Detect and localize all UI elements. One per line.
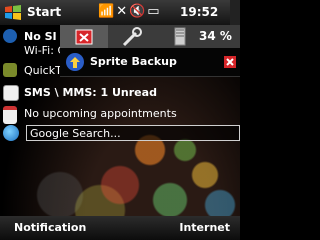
signal-icon: 📶 <box>98 4 117 19</box>
start-label[interactable]: Start <box>27 5 61 19</box>
wireless-icon <box>3 29 17 43</box>
notification-item[interactable]: Sprite Backup <box>60 48 240 77</box>
calendar-label: No upcoming appointments <box>24 107 177 120</box>
no-connection-icon: ✕ <box>116 4 130 19</box>
messaging-label: SMS \ MMS: 1 Unread <box>24 86 157 99</box>
quicktext-label: QuickT <box>24 64 62 77</box>
quicktext-icon <box>3 63 17 77</box>
panel-tabs: 34 % <box>60 25 240 48</box>
calendar-icon <box>3 106 17 124</box>
globe-icon[interactable] <box>3 125 19 141</box>
sprite-backup-icon <box>66 53 84 71</box>
windows-logo-icon[interactable] <box>4 4 22 22</box>
list-item-messaging[interactable]: SMS \ MMS: 1 Unread <box>0 85 240 101</box>
list-item-calendar[interactable]: No upcoming appointments <box>0 106 240 124</box>
battery-percent: 34 % <box>199 29 232 43</box>
wrench-icon <box>122 27 142 47</box>
battery-icon: ▭ <box>147 4 162 19</box>
google-search-box[interactable]: Google Search... <box>26 125 240 141</box>
wireless-line1: No SI <box>24 30 57 43</box>
notification-title: Sprite Backup <box>90 55 177 68</box>
status-icons[interactable]: 📶✕🔇▭ <box>98 4 162 19</box>
tab-settings[interactable] <box>108 25 156 48</box>
messaging-icon <box>3 85 19 101</box>
memory-card-icon <box>174 27 186 46</box>
clock[interactable]: 19:52 <box>180 5 218 19</box>
softkey-right[interactable]: Internet <box>179 221 230 234</box>
wireless-line2: Wi-Fi: C <box>24 44 66 57</box>
softkey-bar: Notification Internet <box>0 216 240 240</box>
tab-app[interactable] <box>60 25 108 48</box>
notification-panel: 34 % Sprite Backup <box>60 25 240 77</box>
speaker-off-icon: 🔇 <box>129 4 148 19</box>
close-tab[interactable] <box>230 0 240 25</box>
close-app-icon <box>75 29 93 45</box>
status-bar: Start 📶✕🔇▭ 19:52 <box>0 0 240 26</box>
today-screen: Start 📶✕🔇▭ 19:52 No SI Wi-Fi: C QuickT S… <box>0 0 240 240</box>
tab-battery[interactable]: 34 % <box>156 25 240 48</box>
dismiss-icon[interactable] <box>224 56 236 68</box>
softkey-left[interactable]: Notification <box>14 221 86 234</box>
